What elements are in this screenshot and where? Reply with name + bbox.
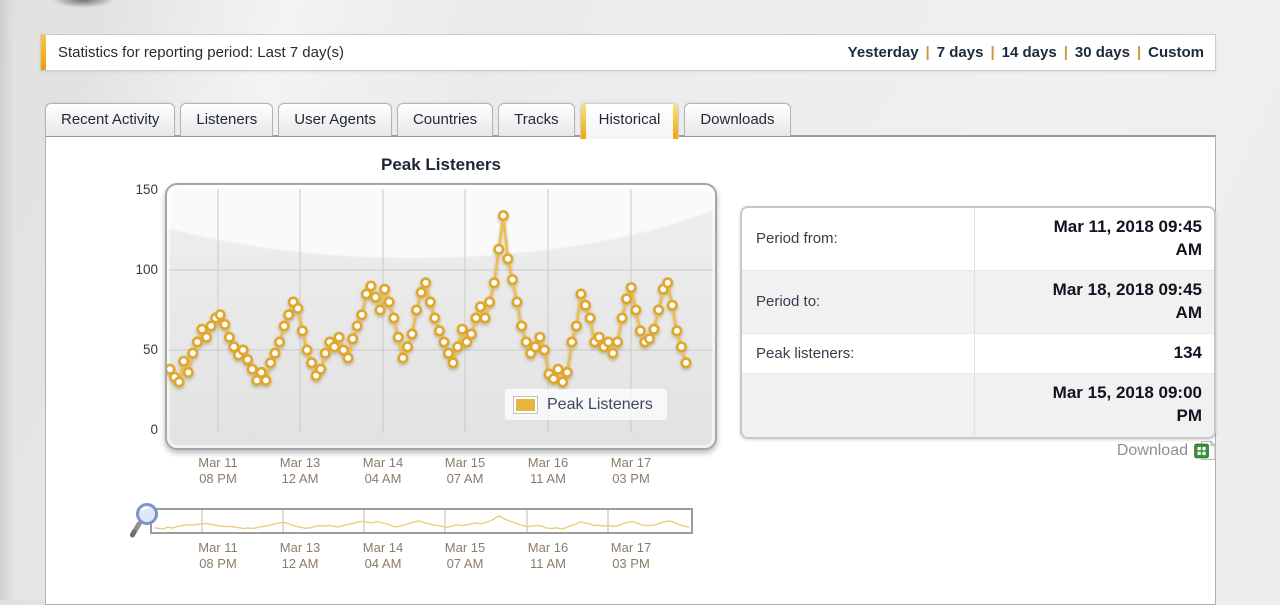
chart-title: Peak Listeners xyxy=(165,155,717,175)
download-label: Download xyxy=(1117,442,1188,460)
x-tick-label: Mar 14 04 AM xyxy=(346,540,420,572)
excel-icon xyxy=(1194,440,1216,461)
y-tick-label: 50 xyxy=(116,342,158,357)
range-separator: | xyxy=(990,44,994,61)
peak-listeners-chart: Peak Listeners xyxy=(165,183,717,450)
x-tick-label: Mar 11 08 PM xyxy=(181,540,255,572)
chart-legend: Peak Listeners xyxy=(505,389,667,420)
summary-value: 134 xyxy=(975,334,1214,373)
summary-row-period-to: Period to:Mar 18, 2018 09:45 AM xyxy=(742,270,1214,333)
page-edge-gradient xyxy=(0,0,14,600)
statistics-header-bar: Statistics for reporting period: Last 7 … xyxy=(40,34,1216,71)
clipped-top-element xyxy=(52,0,114,8)
summary-value: Mar 11, 2018 09:45 AM xyxy=(975,208,1214,270)
tab-bar: Recent ActivityListenersUser AgentsCount… xyxy=(45,102,791,136)
summary-label: Period from: xyxy=(742,208,975,270)
overview-plot xyxy=(152,510,691,532)
summary-row-peak-time: Mar 15, 2018 09:00 PM xyxy=(742,373,1214,437)
range-link-yesterday[interactable]: Yesterday xyxy=(848,44,919,61)
x-tick-label: Mar 13 12 AM xyxy=(263,540,337,572)
x-tick-label: Mar 16 11 AM xyxy=(511,540,585,572)
tab-recent-activity[interactable]: Recent Activity xyxy=(45,103,175,136)
x-tick-label: Mar 14 04 AM xyxy=(346,455,420,487)
summary-label: Period to: xyxy=(742,271,975,333)
x-tick-label: Mar 15 07 AM xyxy=(428,540,502,572)
chart-overview-strip[interactable] xyxy=(150,508,693,534)
tab-countries[interactable]: Countries xyxy=(397,103,493,136)
range-link-custom[interactable]: Custom xyxy=(1148,44,1204,61)
range-link-7-days[interactable]: 7 days xyxy=(937,44,984,61)
summary-label xyxy=(742,374,975,437)
legend-label: Peak Listeners xyxy=(547,396,653,414)
tab-user-agents[interactable]: User Agents xyxy=(278,103,392,136)
x-tick-label: Mar 11 08 PM xyxy=(181,455,255,487)
x-tick-label: Mar 17 03 PM xyxy=(594,540,668,572)
summary-row-peak-listeners: Peak listeners:134 xyxy=(742,333,1214,373)
header-accent-bar xyxy=(41,35,46,70)
range-link-14-days[interactable]: 14 days xyxy=(1002,44,1057,61)
summary-label: Peak listeners: xyxy=(742,334,975,373)
legend-swatch xyxy=(513,396,538,414)
summary-value: Mar 15, 2018 09:00 PM xyxy=(975,374,1214,437)
x-tick-label: Mar 15 07 AM xyxy=(428,455,502,487)
y-tick-label: 100 xyxy=(116,262,158,277)
x-tick-label: Mar 17 03 PM xyxy=(594,455,668,487)
range-links: Yesterday | 7 days | 14 days | 30 days | Custom xyxy=(848,44,1215,61)
y-tick-label: 150 xyxy=(116,182,158,197)
reporting-period-title: Statistics for reporting period: Last 7 … xyxy=(41,44,344,61)
summary-row-period-from: Period from:Mar 11, 2018 09:45 AM xyxy=(742,208,1214,270)
tab-downloads[interactable]: Downloads xyxy=(684,103,790,136)
tab-historical[interactable]: Historical xyxy=(580,103,680,139)
tab-listeners[interactable]: Listeners xyxy=(180,103,273,136)
tab-tracks[interactable]: Tracks xyxy=(498,103,574,136)
y-tick-label: 0 xyxy=(116,422,158,437)
range-separator: | xyxy=(926,44,930,61)
download-link[interactable]: Download xyxy=(950,440,1216,461)
zoom-magnifier-icon[interactable] xyxy=(129,501,163,539)
range-separator: | xyxy=(1064,44,1068,61)
range-separator: | xyxy=(1137,44,1141,61)
summary-value: Mar 18, 2018 09:45 AM xyxy=(975,271,1214,333)
x-tick-label: Mar 13 12 AM xyxy=(263,455,337,487)
period-summary-table: Period from:Mar 11, 2018 09:45 AMPeriod … xyxy=(740,206,1216,439)
x-tick-label: Mar 16 11 AM xyxy=(511,455,585,487)
range-link-30-days[interactable]: 30 days xyxy=(1075,44,1130,61)
